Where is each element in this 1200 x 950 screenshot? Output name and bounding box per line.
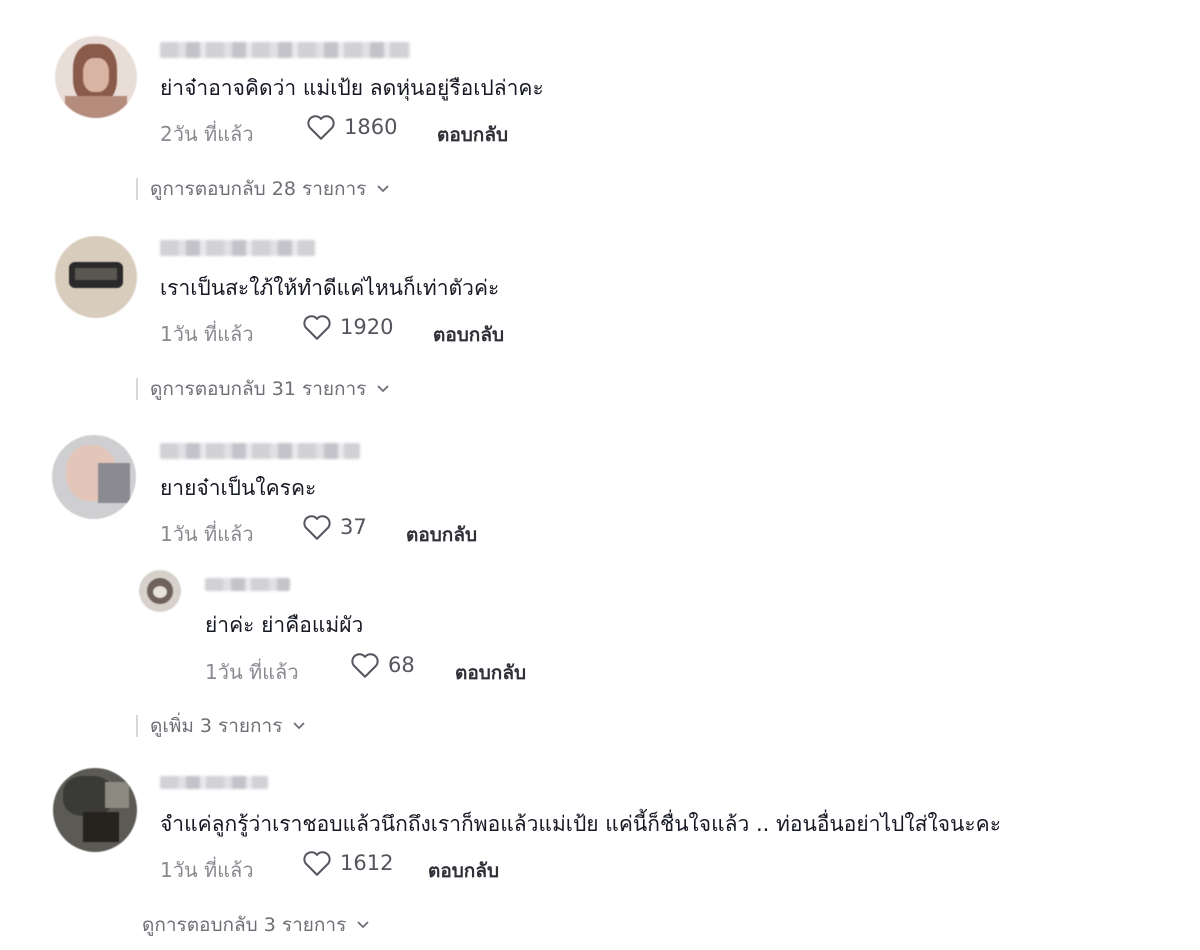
view-replies-label: ดูการตอบกลับ 31 รายการ	[150, 378, 367, 400]
comment-timestamp: 1วัน ที่แล้ว	[160, 322, 254, 346]
username-blurred[interactable]	[160, 42, 410, 58]
heart-outline-icon	[303, 515, 331, 540]
reply-button[interactable]: ตอบกลับ	[406, 520, 477, 550]
chevron-down-icon	[357, 921, 369, 929]
username-blurred[interactable]	[160, 240, 315, 256]
comment-text: ย่าจ๋าอาจคิดว่า แม่เป้ย ลดหุ่นอยู่รือเปล…	[160, 76, 544, 100]
comment-timestamp: 2วัน ที่แล้ว	[160, 122, 254, 146]
thread-line	[136, 715, 138, 737]
like-button[interactable]: 37	[302, 514, 367, 540]
comment-text: เราเป็นสะใภ้ให้ทำดีแค่ไหนก็เท่าตัวค่ะ	[160, 276, 500, 300]
comment-timestamp: 1วัน ที่แล้ว	[160, 522, 254, 546]
view-replies-button[interactable]: ดูการตอบกลับ 3 รายการ	[142, 910, 370, 940]
heart-outline-icon	[303, 315, 331, 340]
reply-button[interactable]: ตอบกลับ	[428, 856, 499, 886]
chevron-down-icon	[377, 185, 390, 193]
like-count: 1920	[340, 315, 394, 339]
chevron-down-icon	[293, 722, 306, 730]
like-button[interactable]: 1920	[302, 314, 393, 340]
comment-text: ยายจ๋าเป็นใครคะ	[160, 476, 317, 500]
avatar[interactable]	[55, 36, 137, 118]
thread-line	[136, 378, 138, 400]
like-button[interactable]: 68	[350, 652, 415, 678]
avatar[interactable]	[139, 570, 181, 612]
reply-button[interactable]: ตอบกลับ	[437, 120, 508, 150]
comment-timestamp: 1วัน ที่แล้ว	[160, 858, 254, 882]
like-button[interactable]: 1612	[302, 850, 393, 876]
like-button[interactable]: 1860	[306, 114, 397, 140]
reply-text: ย่าค่ะ ย่าคือแม่ผัว	[205, 613, 364, 637]
like-count: 37	[340, 515, 367, 539]
comment-text: จำแค่ลูกรู้ว่าเราชอบแล้วนึกถึงเราก็พอแล้…	[160, 812, 1001, 836]
heart-outline-icon	[307, 115, 335, 140]
view-replies-button[interactable]: ดูการตอบกลับ 31 รายการ	[136, 374, 390, 404]
username-blurred[interactable]	[160, 443, 360, 459]
username-blurred[interactable]	[205, 578, 290, 591]
view-more-button[interactable]: ดูเพิ่ม 3 รายการ	[136, 711, 306, 741]
reply-timestamp: 1วัน ที่แล้ว	[205, 660, 299, 684]
avatar[interactable]	[53, 768, 137, 852]
chevron-down-icon	[377, 385, 390, 393]
view-replies-label: ดูการตอบกลับ 28 รายการ	[150, 178, 367, 200]
avatar[interactable]	[52, 435, 136, 519]
username-blurred[interactable]	[160, 776, 268, 789]
view-more-label: ดูเพิ่ม 3 รายการ	[150, 715, 283, 737]
avatar[interactable]	[55, 236, 137, 318]
heart-outline-icon	[351, 653, 379, 678]
heart-outline-icon	[303, 851, 331, 876]
like-count: 1612	[340, 851, 394, 875]
thread-line	[136, 178, 138, 200]
like-count: 1860	[344, 115, 398, 139]
view-replies-label: ดูการตอบกลับ 3 รายการ	[142, 914, 347, 936]
reply-button[interactable]: ตอบกลับ	[433, 320, 504, 350]
reply-button[interactable]: ตอบกลับ	[455, 658, 526, 688]
view-replies-button[interactable]: ดูการตอบกลับ 28 รายการ	[136, 174, 390, 204]
like-count: 68	[388, 653, 415, 677]
